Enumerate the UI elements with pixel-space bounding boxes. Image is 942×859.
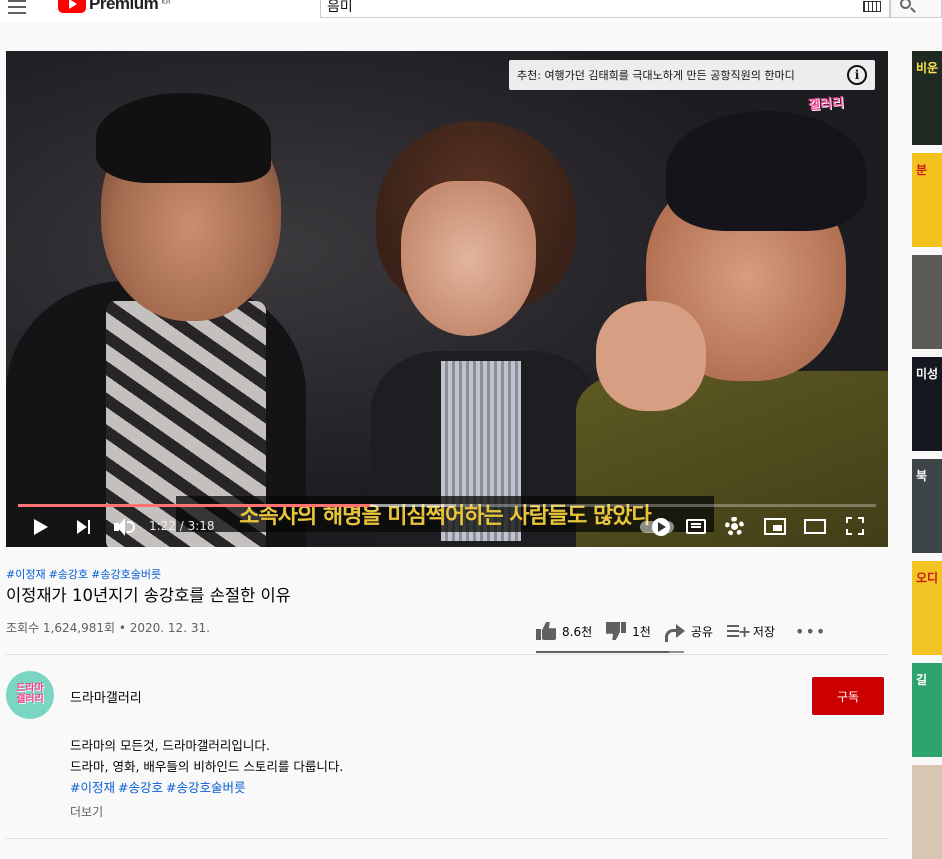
search-box: [320, 0, 890, 18]
share-button[interactable]: 공유: [664, 623, 713, 642]
volume-icon[interactable]: [114, 518, 136, 536]
thumbnail-text: 북: [916, 469, 928, 483]
show-more-link[interactable]: 더보기: [70, 803, 103, 820]
divider: [6, 838, 888, 839]
search-icon: [900, 0, 911, 9]
keyboard-icon[interactable]: [863, 1, 881, 12]
autoplay-toggle-icon[interactable]: [640, 518, 674, 536]
miniplayer-icon[interactable]: [764, 518, 786, 535]
description-hashtags: #이정재 #송강호 #송강호술버릇: [70, 777, 343, 798]
progress-bar[interactable]: [18, 504, 876, 507]
related-video-thumbnail[interactable]: [912, 765, 942, 859]
like-ratio-fill: [536, 651, 670, 653]
divider: [6, 654, 888, 655]
thumbnail-text: 분: [916, 163, 928, 177]
hashtag-link[interactable]: #송강호: [49, 568, 89, 581]
video-description: 드라마의 모든것, 드라마갤러리입니다. 드라마, 영화, 배우들의 비하인드 …: [70, 735, 343, 798]
thumbs-down-icon: [606, 622, 626, 640]
channel-watermark: 갤러리: [807, 95, 845, 114]
share-icon: [664, 623, 685, 642]
dislike-count: 1천: [632, 624, 651, 639]
top-bar: Premium KR: [0, 0, 942, 22]
share-label: 공유: [690, 624, 713, 639]
video-person-middle: [351, 121, 611, 547]
logo-country-code: KR: [161, 0, 171, 6]
settings-gear-icon[interactable]: [725, 517, 744, 536]
video-player[interactable]: 갤러리 추천: 여행가던 김태희를 극대노하게 만든 공항직원의 한마디 i 소…: [6, 51, 888, 547]
video-person-left: [6, 93, 316, 547]
captions-icon[interactable]: [686, 519, 706, 534]
theater-mode-icon[interactable]: [804, 519, 826, 534]
channel-avatar[interactable]: 드라마 갤러리: [6, 671, 54, 719]
related-video-thumbnail[interactable]: 분: [912, 153, 942, 247]
related-video-thumbnail[interactable]: 비운: [912, 51, 942, 145]
search-button[interactable]: [890, 0, 942, 18]
channel-name[interactable]: 드라마갤러리: [70, 687, 142, 706]
recommendation-text: 추천: 여행가던 김태희를 극대노하게 만든 공항직원의 한마디: [517, 69, 795, 82]
hashtag-link[interactable]: #송강호술버릇: [166, 780, 245, 795]
next-video-icon[interactable]: [77, 520, 91, 534]
time-display: 1:22 / 3:18: [149, 519, 215, 533]
description-line: 드라마의 모든것, 드라마갤러리입니다.: [70, 738, 270, 753]
save-label: 저장: [752, 624, 775, 639]
more-horizontal-icon: •••: [795, 621, 827, 641]
youtube-premium-logo[interactable]: Premium KR: [58, 0, 171, 14]
video-title: 이정재가 10년지기 송강호를 손절한 이유: [6, 586, 291, 605]
subscribe-button[interactable]: 구독: [812, 677, 884, 715]
hashtag-link[interactable]: #이정재: [6, 568, 46, 581]
thumbnail-text: 길: [916, 673, 928, 687]
fullscreen-icon[interactable]: [846, 517, 864, 535]
like-count: 8.6천: [562, 624, 593, 639]
hashtag-link[interactable]: #이정재: [70, 780, 115, 795]
info-icon[interactable]: i: [847, 65, 867, 85]
save-button[interactable]: 저장: [726, 623, 775, 640]
description-line: 드라마, 영화, 배우들의 비하인드 스토리를 다룹니다.: [70, 759, 344, 774]
more-actions-button[interactable]: •••: [789, 622, 826, 641]
buffer-bar: [18, 504, 456, 507]
video-view-count-date: 조회수 1,624,981회 • 2020. 12. 31.: [6, 621, 210, 635]
thumbnail-text: 오디: [916, 571, 939, 585]
recommendation-card[interactable]: 추천: 여행가던 김태희를 극대노하게 만든 공항직원의 한마디 i: [509, 60, 875, 90]
related-video-thumbnail[interactable]: 북: [912, 459, 942, 553]
like-dislike-ratio-bar: [536, 651, 684, 653]
related-video-thumbnail[interactable]: 길: [912, 663, 942, 757]
logo-text: Premium: [89, 0, 159, 13]
hashtag-link[interactable]: #송강호: [118, 780, 163, 795]
hamburger-menu-icon[interactable]: [8, 0, 28, 14]
video-subtitle: 소속사의 해명을 미심쩍어하는 사람들도 많았다: [176, 496, 714, 532]
related-video-thumbnail[interactable]: 오디: [912, 561, 942, 655]
youtube-play-icon: [58, 0, 86, 13]
video-frame: 갤러리: [6, 51, 888, 547]
dislike-button[interactable]: 1천: [606, 622, 651, 640]
video-person-right: [576, 111, 888, 547]
thumbnail-text: 비운: [916, 61, 939, 75]
like-button[interactable]: 8.6천: [536, 622, 592, 640]
search-input[interactable]: [321, 0, 841, 17]
related-video-thumbnail[interactable]: [912, 255, 942, 349]
avatar-logo-text: 드라마 갤러리: [16, 683, 44, 705]
hashtag-link[interactable]: #송강호술버릇: [91, 568, 161, 581]
thumbs-up-icon: [536, 622, 556, 640]
video-actions: 8.6천 1천 공유 저장 •••: [536, 613, 840, 649]
related-video-thumbnail[interactable]: 미성: [912, 357, 942, 451]
play-icon[interactable]: [34, 519, 48, 535]
playlist-add-icon: [726, 623, 751, 640]
video-hashtags: #이정재 #송강호 #송강호술버릇: [6, 566, 164, 582]
thumbnail-text: 미성: [916, 367, 939, 381]
